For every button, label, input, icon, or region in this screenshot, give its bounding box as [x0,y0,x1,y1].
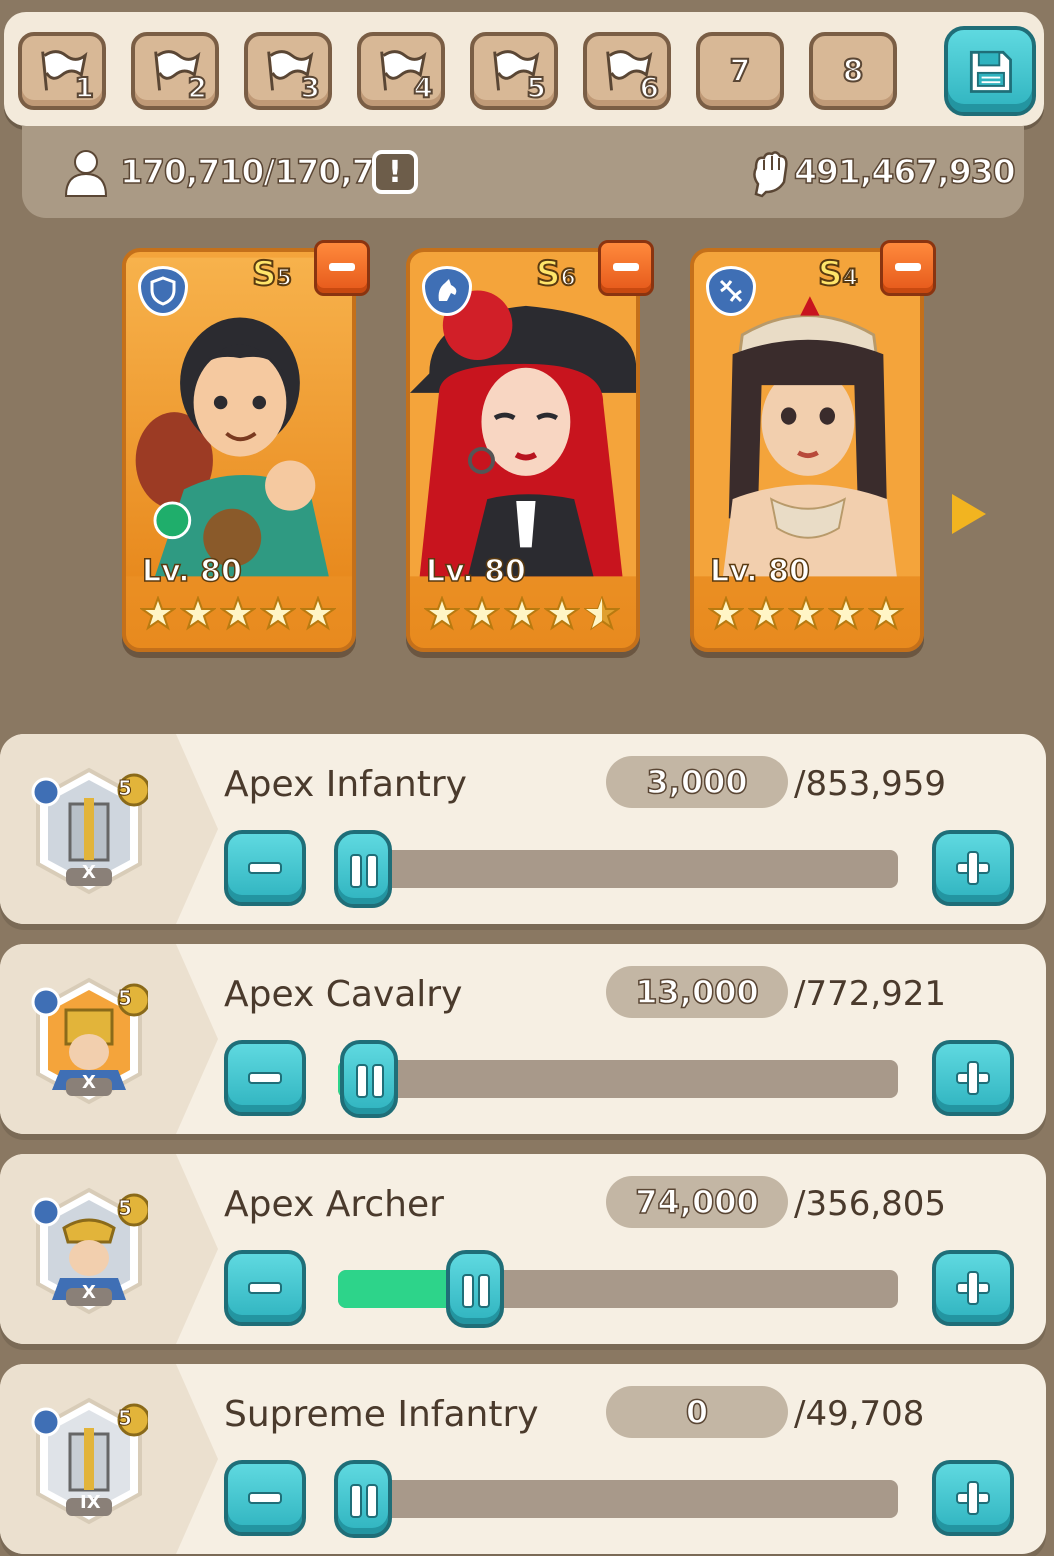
tab-label: 8 [842,53,865,90]
stats-bar: 170,710/170,710 ! 491,467,930 [22,126,1024,218]
shield-icon [150,276,176,306]
grade-number: 6 [559,265,576,292]
tab-formation-1[interactable]: 1 [18,32,106,110]
tab-formation-8[interactable]: 8 [809,32,897,110]
tab-formation-5[interactable]: 5 [470,32,558,110]
troop-count-input[interactable]: 74,000 [606,1176,788,1228]
grade-number: 4 [841,265,858,292]
slider-knob[interactable] [339,1040,398,1118]
tab-label: 7 [729,53,752,90]
increase-button[interactable] [932,830,1014,906]
total-power-text: 491,467,930 [793,151,1016,192]
troop-max: /356,805 [794,1184,947,1224]
slider-knob[interactable] [445,1250,504,1328]
increase-button[interactable] [932,1460,1014,1536]
hero-card-1[interactable] [122,248,356,652]
troop-slider-track[interactable] [338,1480,898,1518]
decrease-button[interactable] [224,1040,306,1116]
troop-row: 5 X Apex Cavalry 13,000 /772,921 [0,944,1046,1134]
floppy-disk-icon [969,50,1012,93]
remove-hero-button[interactable] [314,240,370,296]
troop-row: 5 IX Supreme Infantry 0 /49,708 [0,1364,1046,1554]
troop-name: Apex Cavalry [224,974,463,1015]
slider-knob[interactable] [334,1460,392,1538]
troop-name: Apex Archer [224,1184,444,1225]
next-arrow-icon[interactable] [952,494,986,534]
tab-formation-4[interactable]: 4 [357,32,445,110]
troop-tier: X [82,1072,96,1093]
horse-icon [438,279,457,301]
troop-count-input[interactable]: 0 [606,1386,788,1438]
tab-formation-3[interactable]: 3 [244,32,332,110]
troop-badge-number: 5 [118,776,133,801]
troop-max: /853,959 [794,764,947,804]
tab-formation-6[interactable]: 6 [583,32,671,110]
troop-tier: IX [80,1492,101,1513]
crossbow-icon [719,279,743,303]
tab-number: 1 [73,70,95,105]
increase-button[interactable] [932,1250,1014,1326]
tab-number: 3 [299,70,321,105]
troop-name: Supreme Infantry [224,1394,539,1435]
troop-slider-track[interactable] [338,1060,898,1098]
grade-number: 5 [275,265,292,292]
troop-tier: X [82,862,96,883]
troop-row: 5 X Apex Infantry 3,000 /853,959 [0,734,1046,924]
troops-person-icon [64,150,108,197]
tab-number: 5 [525,70,547,105]
remove-hero-button[interactable] [598,240,654,296]
decrease-button[interactable] [224,830,306,906]
troop-max: /49,708 [794,1394,925,1434]
troop-count-input[interactable]: 13,000 [606,966,788,1018]
grade-letter: S [535,253,561,295]
troop-slider-track[interactable] [338,850,898,888]
troop-max: /772,921 [794,974,947,1014]
tab-number: 6 [638,70,660,105]
save-button[interactable] [944,26,1036,116]
increase-button[interactable] [932,1040,1014,1116]
decrease-button[interactable] [224,1460,306,1536]
troop-name: Apex Infantry [224,764,467,805]
troop-badge-number: 5 [118,1196,133,1221]
tab-formation-2[interactable]: 2 [131,32,219,110]
troop-count-input[interactable]: 3,000 [606,756,788,808]
hero-card-3[interactable] [690,248,924,652]
tab-formation-7[interactable]: 7 [696,32,784,110]
slider-knob[interactable] [334,830,392,908]
hero-card-2[interactable] [406,248,640,652]
tab-number: 2 [186,70,208,105]
hero-grade: S6 [535,253,606,296]
tab-number: 4 [412,70,434,105]
troop-row: 5 X Apex Archer 74,000 /356,805 [0,1154,1046,1344]
remove-hero-button[interactable] [880,240,936,296]
warning-badge[interactable]: ! [372,150,418,194]
formation-tabs-bar: 1 2 3 4 5 6 7 8 [4,12,1044,126]
troop-slider-track[interactable] [338,1270,898,1308]
troop-tier: X [82,1282,96,1303]
grade-letter: S [817,253,843,295]
decrease-button[interactable] [224,1250,306,1326]
hero-grade: S4 [817,253,888,296]
grade-letter: S [251,253,277,295]
hero-grade: S5 [251,253,322,296]
troop-badge-number: 5 [118,986,133,1011]
troop-badge-number: 5 [118,1406,133,1431]
fist-power-icon [753,151,788,198]
